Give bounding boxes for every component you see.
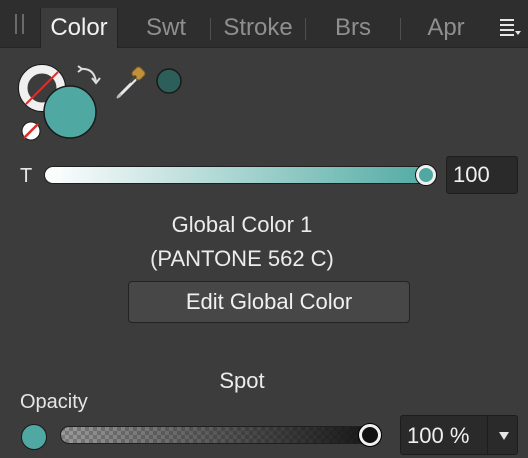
opacity-value-field[interactable]: 100 % (400, 415, 518, 455)
chevron-down-icon[interactable] (497, 430, 511, 442)
dropdown-separator (487, 416, 488, 454)
tint-slider-track[interactable] (44, 166, 436, 184)
fill-swatch[interactable] (43, 85, 97, 139)
tab-appearance[interactable]: Apr (412, 8, 480, 48)
tab-brushes[interactable]: Brs (320, 8, 386, 48)
swatch-area (18, 64, 182, 141)
tint-value-field[interactable]: 100 (446, 156, 518, 194)
picked-color-swatch[interactable] (156, 68, 182, 94)
tab-separator (305, 18, 306, 40)
no-fill-icon[interactable] (21, 121, 41, 141)
tab-color[interactable]: Color (40, 8, 118, 48)
opacity-slider-thumb[interactable] (359, 424, 381, 446)
tab-swatches[interactable]: Swt (132, 8, 200, 48)
eyedropper-icon[interactable] (116, 66, 146, 99)
panel-menu-icon[interactable] (498, 17, 522, 37)
grip-icon[interactable] (15, 14, 25, 34)
tint-label: T (20, 165, 33, 187)
opacity-value[interactable]: 100 % (407, 416, 469, 454)
swap-arrows-icon[interactable] (77, 65, 101, 85)
tab-stroke[interactable]: Stroke (218, 8, 298, 48)
opacity-label: Opacity (20, 391, 88, 413)
pantone-name: (PANTONE 562 C) (150, 246, 334, 271)
panel-tab-bar: Color Swt Stroke Brs Apr (0, 0, 528, 48)
opacity-color-swatch (21, 424, 47, 450)
tint-slider-thumb[interactable] (416, 165, 436, 185)
edit-global-color-button[interactable]: Edit Global Color (128, 281, 410, 323)
tab-separator (210, 18, 211, 40)
opacity-slider-track[interactable] (60, 426, 380, 444)
global-color-name: Global Color 1 (171, 212, 313, 237)
tab-separator (400, 18, 401, 40)
